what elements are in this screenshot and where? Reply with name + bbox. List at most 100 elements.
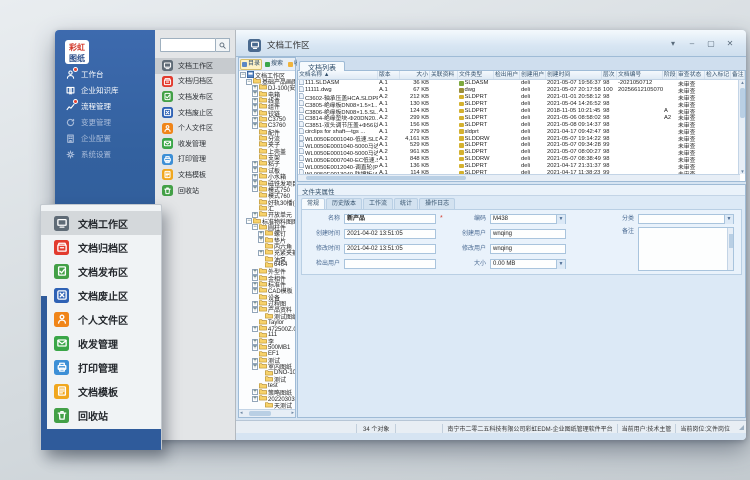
modified-field[interactable]: 2021-04-02 13:51:05	[344, 244, 436, 254]
popup-menu-item-8[interactable]: 文档模板	[41, 379, 161, 403]
expand-icon[interactable]: +	[252, 364, 258, 370]
expand-icon[interactable]: +	[252, 85, 258, 91]
column-header-10[interactable]: 文档编号	[617, 71, 663, 79]
properties-tab-2[interactable]: 历史版本	[326, 198, 362, 209]
column-header-12[interactable]: 审查状态	[677, 71, 705, 79]
sidebar-item-5[interactable]: 企业配置	[55, 130, 155, 146]
column-header-3[interactable]: 大小	[400, 71, 430, 79]
expand-icon[interactable]: +	[252, 288, 258, 294]
grid-vertical-scrollbar[interactable]: ▲ ▼	[738, 80, 745, 174]
scrollbar-thumb[interactable]	[740, 88, 745, 118]
popup-menu-item-3[interactable]: 文档发布区	[41, 259, 161, 283]
popup-menu-item-2[interactable]: 文档归档区	[41, 235, 161, 259]
grid-horizontal-scrollbar[interactable]	[298, 174, 740, 181]
expand-icon[interactable]: +	[252, 345, 258, 351]
properties-tab-3[interactable]: 工作流	[363, 198, 393, 209]
scrollbar-thumb[interactable]	[249, 411, 271, 416]
column-header-1[interactable]: 文档名称 ▲	[298, 71, 378, 79]
expand-icon[interactable]: +	[252, 307, 258, 313]
close-button[interactable]: ✕	[724, 38, 736, 49]
search-button[interactable]	[216, 38, 230, 52]
properties-tab-5[interactable]: 操作日志	[419, 198, 455, 209]
sidebar-item-1[interactable]: 工作台	[55, 66, 155, 82]
tree-node[interactable]: −标准物料图图纸	[239, 218, 295, 224]
chevron-down-icon[interactable]: ▼	[724, 215, 733, 224]
expand-icon[interactable]: +	[252, 326, 258, 332]
module-menu-item-4[interactable]: 文档废止区	[155, 105, 235, 121]
column-header-2[interactable]: 版本	[378, 71, 400, 79]
checkout-user-field[interactable]	[344, 259, 436, 269]
maximize-button[interactable]: ▢	[705, 38, 717, 49]
tree-horizontal-scrollbar[interactable]: ◂ ▸	[239, 409, 295, 417]
explorer-tab-2[interactable]: 搜索	[263, 59, 285, 70]
minimize-button[interactable]: –	[686, 38, 698, 49]
expand-icon[interactable]: +	[258, 237, 264, 243]
expand-icon[interactable]: +	[252, 123, 258, 129]
module-menu-item-6[interactable]: 收发管理	[155, 136, 235, 152]
size-field[interactable]: 0.00 MB▼	[490, 259, 566, 269]
creator-field[interactable]: wnqing	[490, 229, 566, 239]
expand-icon[interactable]: +	[252, 186, 258, 192]
module-menu-item-3[interactable]: 文档发布区	[155, 89, 235, 105]
collapse-icon[interactable]: −	[246, 218, 252, 224]
resize-grip[interactable]	[739, 425, 744, 430]
expand-icon[interactable]: +	[252, 167, 258, 173]
expand-icon[interactable]: +	[252, 269, 258, 275]
module-menu-item-9[interactable]: 回收站	[155, 183, 235, 199]
module-menu-item-1[interactable]: 文档工作区	[155, 58, 235, 74]
category-combobox[interactable]: ▼	[638, 214, 734, 224]
module-menu-item-5[interactable]: 个人文件区	[155, 120, 235, 136]
popup-menu-item-4[interactable]: 文档废止区	[41, 283, 161, 307]
expand-icon[interactable]: +	[252, 358, 258, 364]
expand-icon[interactable]: +	[252, 180, 258, 186]
properties-tab-1[interactable]: 常规	[301, 198, 325, 209]
popup-menu-item-1[interactable]: 文档工作区	[41, 211, 161, 235]
column-header-9[interactable]: 层次	[602, 71, 617, 79]
chevron-down-icon[interactable]: ▼	[556, 215, 565, 224]
sidebar-item-2[interactable]: 企业知识库	[55, 82, 155, 98]
code-combobox[interactable]: M438▼	[490, 214, 566, 224]
scroll-up-arrow-icon[interactable]: ▲	[739, 80, 746, 85]
tree-node[interactable]: 天测试	[239, 402, 295, 408]
expand-icon[interactable]: +	[252, 98, 258, 104]
remark-textarea[interactable]	[638, 227, 734, 271]
column-header-4[interactable]: 关联资料	[430, 71, 458, 79]
created-field[interactable]: 2021-04-02 13:51:05	[344, 229, 436, 239]
sidebar-item-4[interactable]: 变更管理	[55, 114, 155, 130]
module-menu-item-8[interactable]: 文档模板	[155, 167, 235, 183]
expand-icon[interactable]: +	[258, 231, 264, 237]
expand-icon[interactable]: +	[252, 282, 258, 288]
expand-icon[interactable]: +	[252, 389, 258, 395]
popup-menu-item-6[interactable]: 收发管理	[41, 331, 161, 355]
expand-icon[interactable]: +	[252, 91, 258, 97]
expand-icon[interactable]: +	[252, 396, 258, 402]
scrollbar-thumb[interactable]	[729, 234, 733, 248]
chevron-down-icon[interactable]: ▼	[556, 260, 565, 269]
theme-button[interactable]: ▾	[667, 38, 679, 49]
expand-icon[interactable]: +	[258, 250, 264, 256]
expand-icon[interactable]: +	[252, 174, 258, 180]
collapse-icon[interactable]: −	[246, 79, 252, 85]
properties-tab-4[interactable]: 统计	[394, 198, 418, 209]
search-input[interactable]	[160, 38, 216, 52]
popup-menu-item-9[interactable]: 回收站	[41, 403, 161, 427]
column-header-13[interactable]: 检入标记	[705, 71, 731, 79]
expand-icon[interactable]: +	[252, 275, 258, 281]
expand-icon[interactable]: +	[252, 117, 258, 123]
popup-menu-item-5[interactable]: 个人文件区	[41, 307, 161, 331]
column-header-14[interactable]: 备注	[731, 71, 745, 79]
explorer-tab-1[interactable]: 目录	[240, 59, 262, 70]
expand-icon[interactable]: +	[252, 110, 258, 116]
module-menu-item-2[interactable]: 文档归档区	[155, 74, 235, 90]
collapse-icon[interactable]: −	[240, 72, 246, 78]
collapse-icon[interactable]: −	[252, 224, 258, 230]
name-field[interactable]: 新产品	[344, 214, 436, 224]
column-header-7[interactable]: 创建用户	[520, 71, 546, 79]
popup-menu-item-7[interactable]: 打印管理	[41, 355, 161, 379]
column-header-5[interactable]: 文件类型	[458, 71, 494, 79]
modifier-field[interactable]: wnqing	[490, 244, 566, 254]
module-menu-item-7[interactable]: 打印管理	[155, 152, 235, 168]
expand-icon[interactable]: +	[252, 161, 258, 167]
scroll-down-arrow-icon[interactable]: ▼	[739, 169, 746, 174]
scrollbar-thumb[interactable]	[306, 176, 466, 180]
